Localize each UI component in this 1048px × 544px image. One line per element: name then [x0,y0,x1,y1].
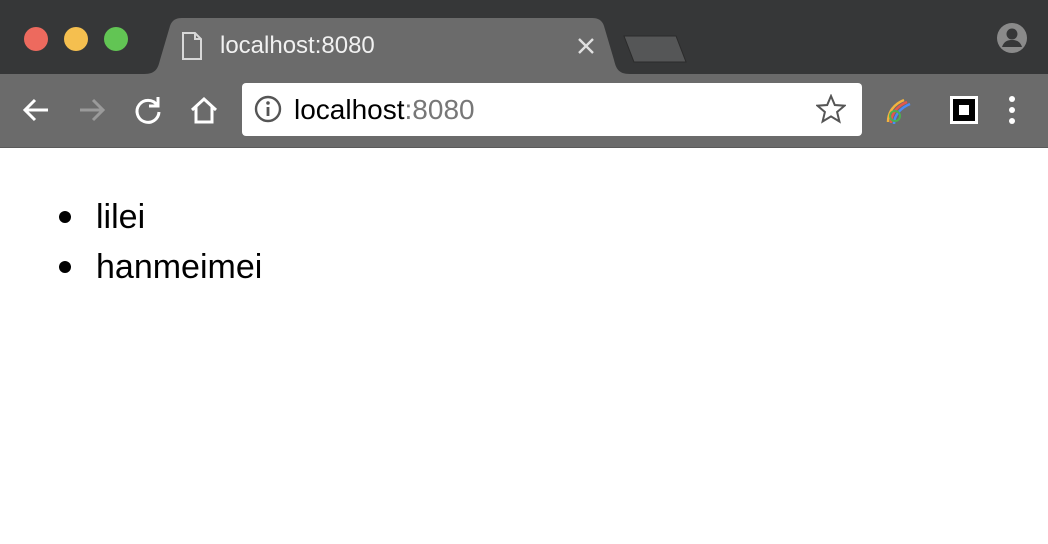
home-icon[interactable] [188,94,220,126]
tab-background [144,18,630,74]
title-bar: localhost:8080 [0,0,1048,74]
url-port: :8080 [404,94,475,125]
list-item: hanmeimei [56,242,262,292]
profile-icon[interactable] [995,21,1029,60]
close-tab-icon[interactable] [574,34,598,58]
page-content: lilei hanmeimei [0,148,1048,544]
bullet [59,211,71,223]
list-item-text: lilei [96,198,146,236]
extension-square-icon[interactable] [948,94,980,131]
info-icon[interactable] [254,95,282,128]
list-item-text: hanmeimei [96,248,263,286]
name-list: lilei hanmeimei [56,192,262,292]
bullet [59,261,71,273]
forward-icon[interactable] [76,94,108,126]
back-icon[interactable] [20,94,52,126]
new-tab-button[interactable] [620,34,690,69]
url-host: localhost [294,94,405,125]
close-window-button[interactable] [24,27,48,51]
menu-icon[interactable] [1000,94,1024,131]
list-item: lilei [56,192,262,242]
address-bar[interactable]: localhost:8080 [242,83,862,136]
toolbar: localhost:8080 [0,74,1048,148]
tab-title: localhost:8080 [220,32,375,59]
reload-icon[interactable] [132,94,164,126]
active-tab[interactable]: localhost:8080 [144,18,630,74]
minimize-window-button[interactable] [64,27,88,51]
file-icon [180,31,204,66]
zoom-window-button[interactable] [104,27,128,51]
bookmark-star-icon[interactable] [814,93,848,129]
extension-rainbow-icon[interactable] [882,94,916,133]
url-text[interactable]: localhost:8080 [294,94,475,126]
